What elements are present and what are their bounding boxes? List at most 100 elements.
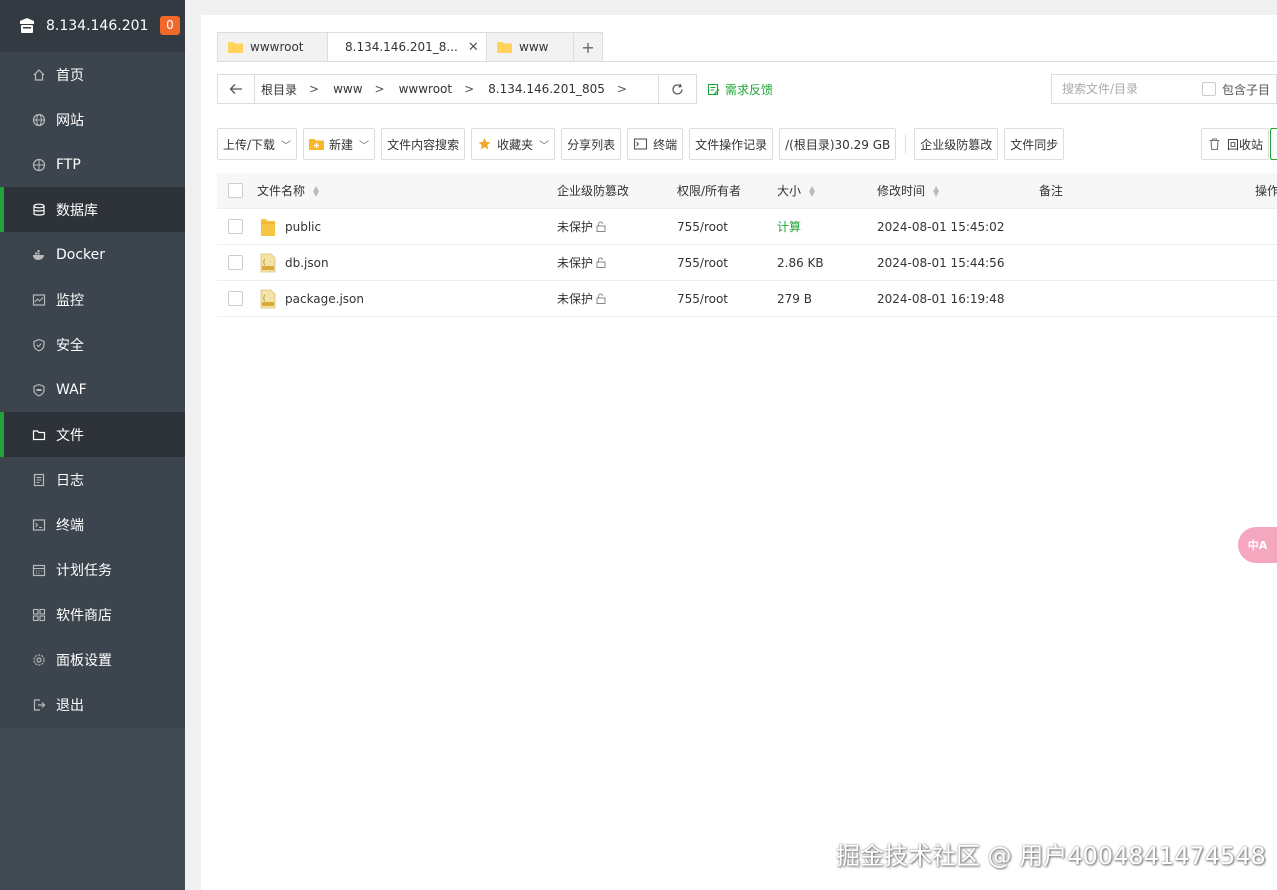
sidebar-item-label: WAF [56, 381, 87, 398]
logout-icon [32, 698, 46, 712]
sidebar-item-cron[interactable]: 计划任务 [0, 547, 185, 592]
sidebar-item-label: 计划任务 [56, 562, 112, 579]
json-file-icon [260, 253, 276, 272]
close-icon[interactable]: ✕ [468, 40, 479, 55]
sidebar-item-logs[interactable]: 日志 [0, 457, 185, 502]
table-header: 文件名称 ▲ ▼ 企业级防篡改 权限/所有者 大小 ▲ ▼ 修改时间 ▲ ▼ 备注 操作 [217, 173, 1277, 209]
sidebar-item-home[interactable]: 首页 [0, 52, 185, 97]
sidebar-item-settings[interactable]: 面板设置 [0, 637, 185, 682]
add-tab-button[interactable]: + [573, 32, 603, 62]
tamper-protect-button[interactable]: 企业级防篡改 [914, 128, 999, 160]
tabs-divider [217, 61, 1277, 62]
new-button[interactable]: 新建 ﹀ [303, 128, 376, 160]
server-logo-icon [20, 18, 34, 33]
sidebar-footer [0, 728, 185, 890]
header-size[interactable]: 大小 ▲ ▼ [777, 182, 815, 199]
globe-icon [32, 113, 46, 127]
sidebar-item-waf[interactable]: WAF [0, 367, 185, 412]
waf-icon [32, 383, 46, 397]
select-all-checkbox[interactable] [228, 183, 243, 198]
tab-www[interactable]: www [486, 32, 574, 62]
sidebar-item-ftp[interactable]: FTP [0, 142, 185, 187]
tab-label: wwwroot [250, 40, 304, 54]
search-input[interactable] [1052, 76, 1202, 102]
tab-label: www [519, 40, 549, 54]
tab-current-site[interactable]: 8.134.146.201_8... ✕ [327, 32, 487, 62]
share-list-button[interactable]: 分享列表 [561, 128, 622, 160]
file-name[interactable]: db.json [260, 253, 329, 273]
sidebar-item-files[interactable]: 文件 [0, 412, 185, 457]
row-checkbox[interactable] [228, 255, 243, 270]
watermark: 掘金技术社区 @ 用户4004841474548 [836, 842, 1266, 870]
row-checkbox[interactable] [228, 291, 243, 306]
operation-log-button[interactable]: 文件操作记录 [689, 128, 774, 160]
sidebar-item-website[interactable]: 网站 [0, 97, 185, 142]
feedback-label: 需求反馈 [725, 82, 774, 97]
header-perm: 权限/所有者 [677, 184, 742, 198]
database-icon [32, 203, 46, 217]
notification-badge[interactable]: 0 [160, 16, 180, 35]
breadcrumb-item[interactable]: www > [333, 82, 399, 96]
favorites-button[interactable]: 收藏夹 ﹀ [471, 128, 556, 160]
sidebar-item-database[interactable]: 数据库 [0, 187, 185, 232]
header-mtime[interactable]: 修改时间 ▲ ▼ [877, 182, 939, 199]
sidebar-header: 8.134.146.201 [0, 0, 185, 52]
more-button-edge[interactable] [1270, 128, 1277, 160]
unlock-icon [596, 293, 606, 304]
sidebar-item-label: Docker [56, 246, 106, 263]
sidebar-item-monitor[interactable]: 监控 [0, 277, 185, 322]
calendar-icon [32, 563, 46, 577]
file-size: 2.86 KB [777, 255, 824, 270]
table-row[interactable]: db.json 未保护 755/root 2.86 KB 2024-08-01 … [217, 245, 1277, 281]
table-row[interactable]: public 未保护 755/root 计算 2024-08-01 15:45:… [217, 209, 1277, 245]
refresh-button[interactable] [659, 74, 697, 104]
header-name[interactable]: 文件名称 ▲ ▼ [257, 182, 319, 199]
back-button[interactable] [217, 74, 255, 104]
file-sync-button[interactable]: 文件同步 [1004, 128, 1065, 160]
chevron-down-icon: ﹀ [359, 140, 370, 152]
sidebar-item-security[interactable]: 安全 [0, 322, 185, 367]
edit-icon [707, 83, 720, 95]
recycle-bin-button[interactable]: 回收站 [1201, 128, 1270, 160]
disk-usage-button[interactable]: /(根目录)30.29 GB [779, 128, 897, 160]
sidebar-item-label: 监控 [56, 292, 84, 309]
chevron-down-icon: ﹀ [539, 140, 550, 152]
header-tamper: 企业级防篡改 [557, 184, 630, 198]
translate-button[interactable]: 中A [1238, 527, 1277, 563]
include-subdir-checkbox[interactable] [1202, 82, 1216, 96]
sidebar-item-logout[interactable]: 退出 [0, 682, 185, 727]
sidebar-item-label: FTP [56, 156, 81, 173]
feedback-link[interactable]: 需求反馈 [707, 81, 773, 98]
sidebar-item-label: 面板设置 [56, 652, 112, 669]
breadcrumb-item[interactable]: wwwroot > [399, 82, 489, 96]
file-name[interactable]: public [260, 217, 321, 237]
terminal-button[interactable]: 终端 [627, 128, 684, 160]
folder-icon [497, 42, 512, 53]
file-perm[interactable]: 755/root [677, 220, 728, 234]
sidebar-item-label: 软件商店 [56, 607, 112, 624]
path-bar: 根目录 > www > wwwroot > 8.134.146.201_805 > 需求… [217, 74, 773, 104]
sort-icon: ▲ ▼ [313, 183, 320, 198]
sidebar-item-store[interactable]: 软件商店 [0, 592, 185, 637]
tab-wwwroot[interactable]: wwwroot [217, 32, 328, 62]
row-checkbox[interactable] [228, 219, 243, 234]
json-file-icon [260, 289, 276, 308]
file-name[interactable]: package.json [260, 289, 364, 309]
tamper-status[interactable]: 未保护 [557, 290, 606, 307]
table-row[interactable]: package.json 未保护 755/root 279 B 2024-08-… [217, 281, 1277, 317]
file-perm[interactable]: 755/root [677, 292, 728, 306]
file-toolbar: 上传/下载 ﹀ 新建 ﹀ 文件内容搜索 收藏夹 ﹀ 分享列表 终端 文件操作记录 /(… [217, 128, 1070, 160]
upload-download-button[interactable]: 上传/下载 ﹀ [217, 128, 298, 160]
tamper-status[interactable]: 未保护 [557, 218, 606, 235]
sidebar-item-label: 首页 [56, 67, 84, 84]
sidebar-item-docker[interactable]: Docker [0, 232, 185, 277]
file-perm[interactable]: 755/root [677, 256, 728, 270]
breadcrumb-item[interactable]: 8.134.146.201_805 > [488, 82, 641, 96]
breadcrumb-item[interactable]: 根目录 > [261, 81, 333, 98]
calc-size-link[interactable]: 计算 [777, 218, 801, 235]
tamper-status[interactable]: 未保护 [557, 254, 606, 271]
sidebar-item-terminal[interactable]: 终端 [0, 502, 185, 547]
sidebar-item-label: 日志 [56, 472, 84, 489]
shield-icon [32, 338, 46, 352]
content-search-button[interactable]: 文件内容搜索 [381, 128, 466, 160]
